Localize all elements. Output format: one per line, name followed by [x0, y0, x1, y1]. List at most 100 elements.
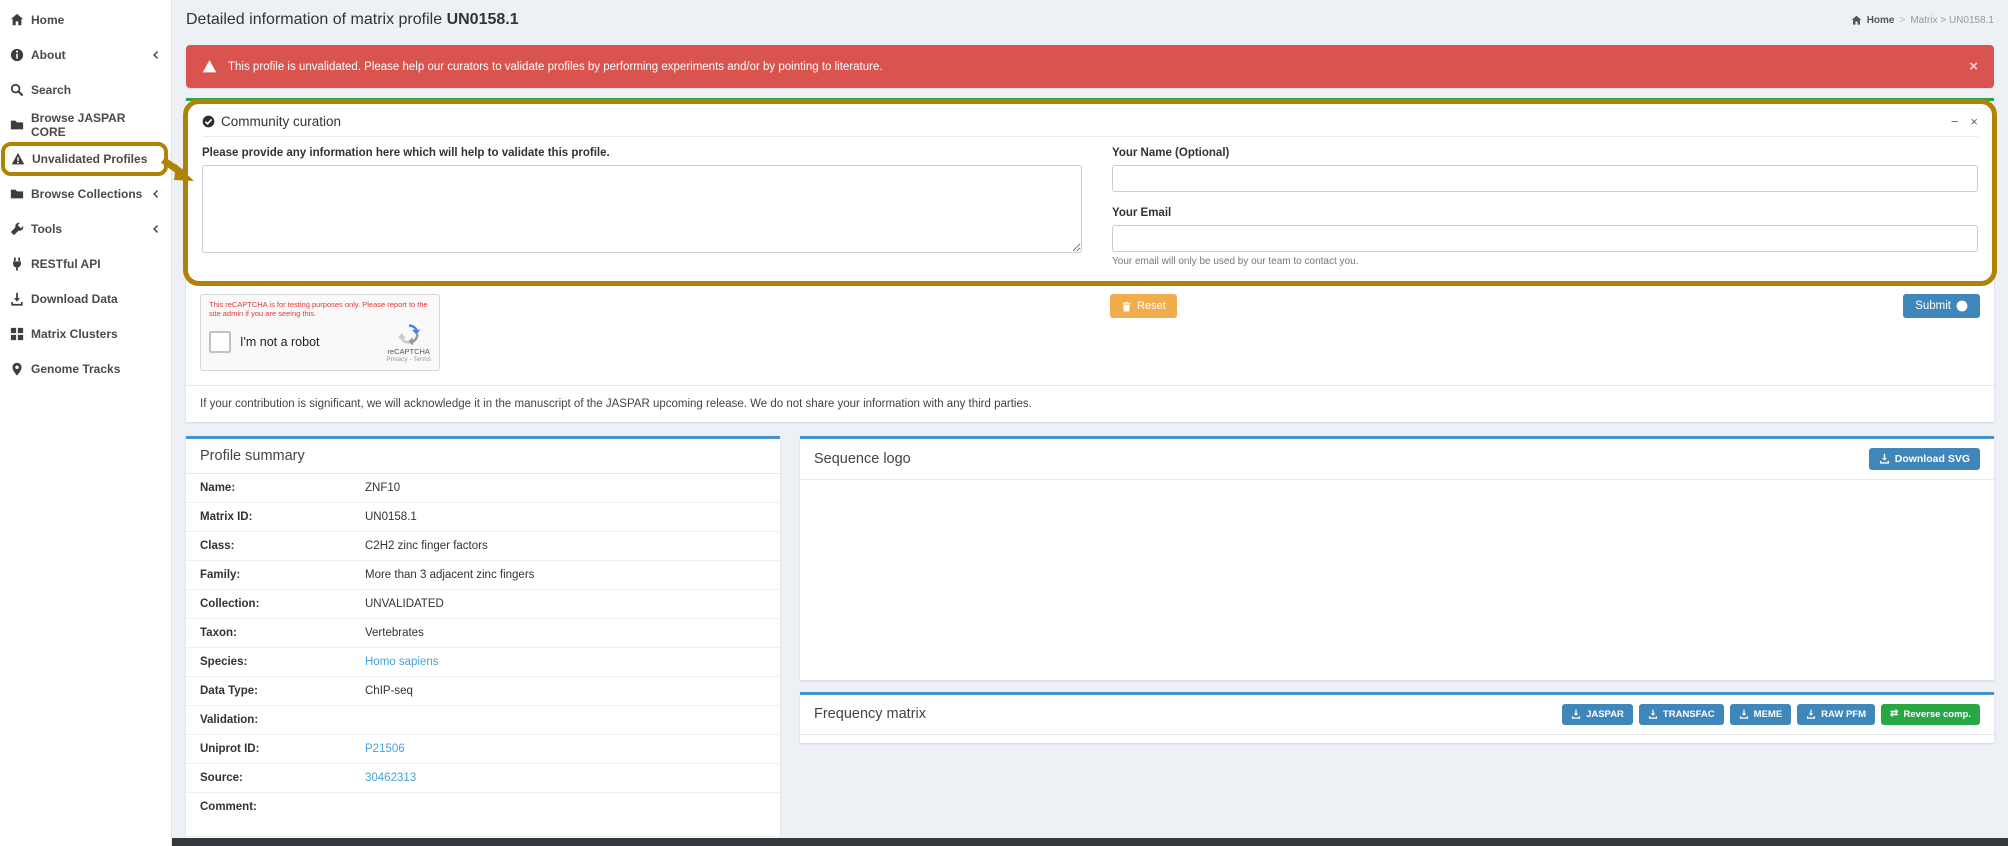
profile-row-value: C2H2 zinc finger factors	[365, 540, 488, 552]
curation-highlight-outline: Community curation − × Please provide an…	[183, 99, 1997, 286]
frequency-matrix-title: Frequency matrix	[814, 706, 926, 722]
email-field[interactable]	[1112, 225, 1978, 252]
chevron-left-icon	[151, 50, 161, 60]
folder-icon	[10, 187, 24, 201]
sequence-logo-figure	[800, 480, 1994, 680]
reverse-comp--button[interactable]: ⇄Reverse comp.	[1881, 704, 1980, 725]
profile-row-value: UN0158.1	[365, 511, 417, 523]
check-circle-icon	[202, 115, 215, 128]
transfac-button[interactable]: TRANSFAC	[1639, 704, 1724, 725]
breadcrumb-trail: Matrix > UN0158.1	[1910, 15, 1994, 26]
profile-row-label: Taxon:	[200, 627, 365, 639]
lower-columns: Profile summary Name:ZNF10Matrix ID:UN01…	[186, 436, 1994, 846]
recaptcha-checkbox[interactable]	[209, 331, 231, 353]
sidebar-item-genome-tracks[interactable]: Genome Tracks	[0, 351, 171, 386]
profile-row-collection-: Collection:UNVALIDATED	[186, 590, 780, 619]
sidebar-item-matrix-clusters[interactable]: Matrix Clusters	[0, 316, 171, 351]
profile-row-value-link[interactable]: 30462313	[365, 772, 416, 784]
page-title-matrix-id: UN0158.1	[447, 11, 519, 28]
recaptcha-privacy-terms-links[interactable]: Privacy - Terms	[386, 356, 431, 363]
warning-icon	[202, 59, 217, 74]
recaptcha-warning: This reCAPTCHA is for testing purposes o…	[209, 300, 431, 319]
alert-close-icon[interactable]: ×	[1969, 59, 1978, 74]
sidebar-item-search[interactable]: Search	[0, 72, 171, 107]
sidebar-item-unvalidated-profiles[interactable]: Unvalidated Profiles	[1, 142, 168, 176]
sidebar-item-label: Home	[31, 13, 64, 27]
profile-row-class-: Class:C2H2 zinc finger factors	[186, 532, 780, 561]
sidebar-item-home[interactable]: Home	[0, 2, 171, 37]
recaptcha-brand: reCAPTCHA Privacy - Terms	[386, 322, 431, 363]
sidebar-item-tools[interactable]: Tools	[0, 211, 171, 246]
profile-row-value: Vertebrates	[365, 627, 424, 639]
download-icon	[1739, 709, 1749, 719]
profile-row-validation-: Validation:	[186, 706, 780, 735]
grid-icon	[10, 327, 24, 341]
breadcrumb-separator: >	[1900, 15, 1906, 26]
sidebar-item-download-data[interactable]: Download Data	[0, 281, 171, 316]
reset-button[interactable]: Reset	[1110, 294, 1177, 318]
page-title-text: Detailed information of matrix profile	[186, 11, 442, 28]
download-svg-button[interactable]: Download SVG	[1869, 448, 1980, 470]
sequence-logo-title: Sequence logo	[814, 451, 911, 467]
curation-info-column: Please provide any information here whic…	[202, 147, 1082, 267]
jaspar-button[interactable]: JASPAR	[1562, 704, 1633, 725]
download-icon	[1879, 453, 1890, 464]
matrix-format-buttons: JASPAR TRANSFAC MEMERAW PFM ⇄Reverse comp.	[1562, 704, 1980, 725]
recaptcha-brand-name: reCAPTCHA	[387, 347, 430, 356]
warning-icon	[11, 152, 25, 166]
sidebar-item-about[interactable]: About	[0, 37, 171, 72]
profile-row-value-link[interactable]: Homo sapiens	[365, 656, 439, 668]
profile-row-comment-: Comment:	[186, 793, 780, 837]
profile-row-uniprot-id-: Uniprot ID:P21506	[186, 735, 780, 764]
profile-row-label: Source:	[200, 772, 365, 784]
curation-actions: This reCAPTCHA is for testing purposes o…	[186, 286, 1994, 385]
profile-row-label: Name:	[200, 482, 365, 494]
gold-callout-arrow	[162, 154, 196, 186]
profile-row-taxon-: Taxon:Vertebrates	[186, 619, 780, 648]
profile-row-species-: Species:Homo sapiens	[186, 648, 780, 677]
home-icon	[1851, 15, 1862, 26]
sidebar-item-label: Browse Collections	[31, 187, 142, 201]
community-curation-panel: Community curation − × Please provide an…	[186, 98, 1994, 422]
meme-button[interactable]: MEME	[1730, 704, 1792, 725]
minimize-icon[interactable]: −	[1951, 115, 1959, 128]
profile-row-label: Matrix ID:	[200, 511, 365, 523]
exchange-icon: ⇄	[1890, 709, 1898, 719]
sidebar-item-label: Matrix Clusters	[31, 327, 118, 341]
sidebar-item-restful-api[interactable]: RESTful API	[0, 246, 171, 281]
name-field[interactable]	[1112, 165, 1978, 192]
profile-row-family-: Family:More than 3 adjacent zinc fingers	[186, 561, 780, 590]
raw-pfm-button[interactable]: RAW PFM	[1797, 704, 1875, 725]
profile-row-value-link[interactable]: P21506	[365, 743, 405, 755]
recaptcha-label: I'm not a robot	[240, 335, 320, 349]
close-icon[interactable]: ×	[1970, 115, 1978, 128]
contribution-note: If your contribution is significant, we …	[186, 385, 1994, 422]
profile-row-label: Uniprot ID:	[200, 743, 365, 755]
curation-heading: Community curation − ×	[202, 110, 1978, 137]
profile-row-value: ChIP-seq	[365, 685, 413, 697]
download-icon	[1571, 709, 1581, 719]
folder-icon	[10, 118, 24, 132]
validation-info-textarea[interactable]	[202, 165, 1082, 253]
chevron-left-icon	[151, 189, 161, 199]
chevron-left-icon	[151, 224, 161, 234]
curation-title: Community curation	[202, 114, 341, 129]
search-icon	[10, 83, 24, 97]
curation-title-text: Community curation	[221, 114, 341, 129]
alert-message: This profile is unvalidated. Please help…	[228, 61, 883, 73]
frequency-matrix-table	[800, 735, 1994, 743]
footer-bar	[172, 838, 2008, 846]
breadcrumb-home-link[interactable]: Home	[1867, 15, 1895, 26]
submit-button[interactable]: Submit	[1903, 294, 1980, 318]
recaptcha-row: I'm not a robot reCAPTCHA Privacy - Term…	[209, 322, 431, 363]
map-marker-icon	[10, 362, 24, 376]
sidebar-item-label: Tools	[31, 222, 62, 236]
sidebar-item-browse-jaspar-core[interactable]: Browse JASPAR CORE	[0, 107, 171, 142]
right-column: Sequence logo Download SVG Frequency mat…	[800, 436, 1994, 743]
plug-icon	[10, 257, 24, 271]
sidebar-item-label: RESTful API	[31, 257, 101, 271]
sidebar-item-browse-collections[interactable]: Browse Collections	[0, 176, 171, 211]
curation-contact-column: Your Name (Optional) Your Email Your ema…	[1112, 147, 1978, 267]
sidebar-nav: Home AboutSearch Browse JASPAR CORE Unvalid…	[0, 2, 171, 386]
sidebar-item-label: Browse JASPAR CORE	[31, 111, 161, 139]
